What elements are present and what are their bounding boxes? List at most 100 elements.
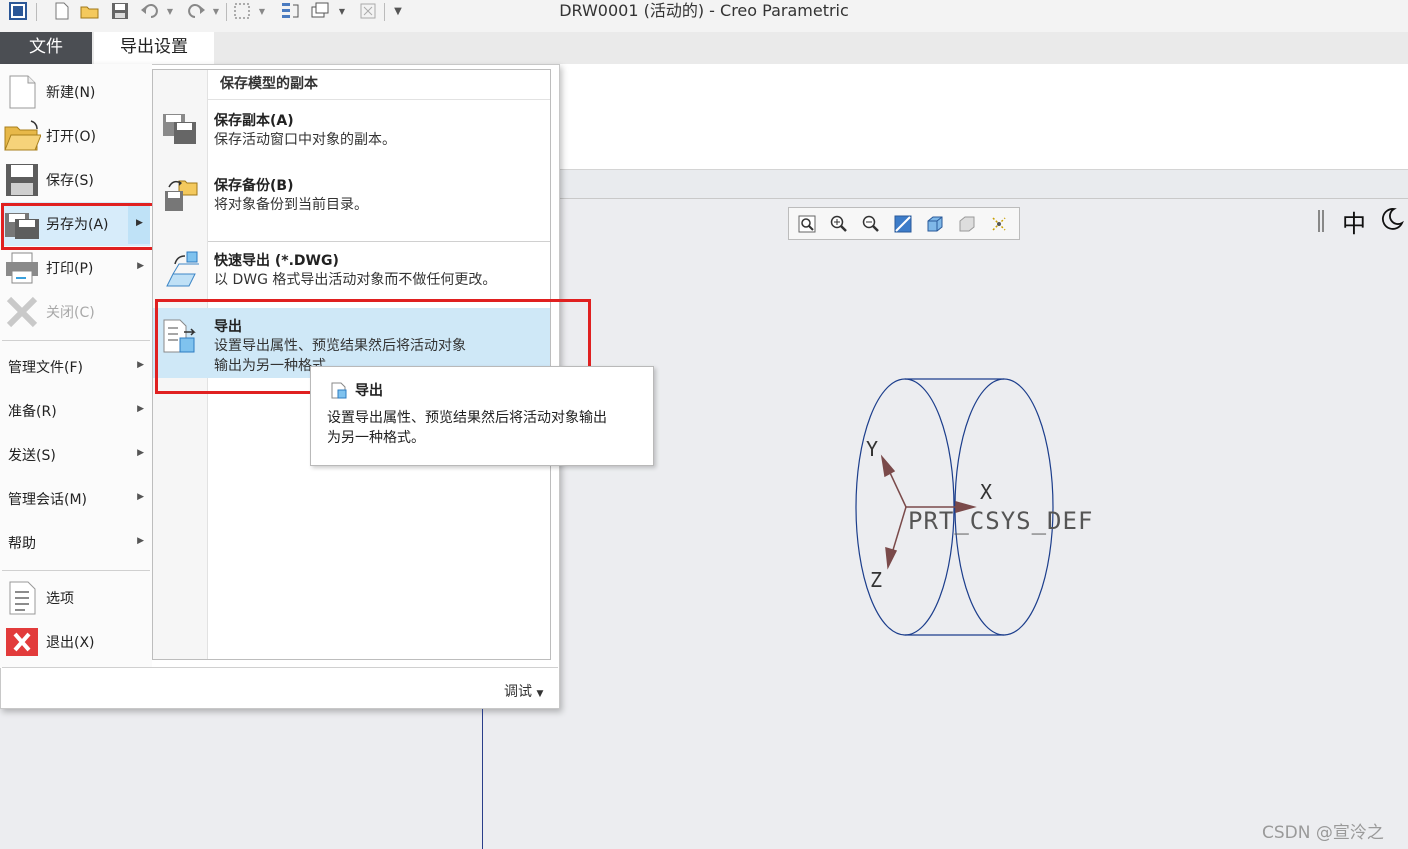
tooltip-desc-line1: 设置导出属性、预览结果然后将活动对象输出 xyxy=(327,410,607,426)
tooltip-desc-line2: 为另一种格式。 xyxy=(327,430,425,446)
menu-label-exit: 退出(X) xyxy=(46,635,95,651)
submenu-item-save-copy[interactable]: 保存副本(A) 保存活动窗口中对象的副本。 xyxy=(153,102,550,166)
tooltip-export-icon xyxy=(330,381,348,403)
menu-label-new: 新建(N) xyxy=(46,85,96,101)
grip-icon xyxy=(1318,210,1320,232)
quick-export-title: 快速导出 (*.DWG) xyxy=(214,253,339,269)
toolbar-separator xyxy=(36,3,37,21)
submenu-header: 保存模型的副本 xyxy=(208,70,550,100)
menu-item-prepare[interactable]: 准备(R) ▶ xyxy=(8,389,150,433)
saved-views-icon[interactable] xyxy=(953,211,981,237)
debug-button[interactable]: 调试 ▼ xyxy=(504,681,543,701)
quick-export-icon xyxy=(153,242,207,304)
menu-item-exit[interactable]: 退出(X) xyxy=(2,620,150,664)
redo-dropdown-icon[interactable]: ▼ xyxy=(210,1,222,21)
menu-label-print: 打印(P) xyxy=(46,261,94,277)
axis-z-label: Z xyxy=(870,568,883,592)
menu-label-open: 打开(O) xyxy=(46,129,96,145)
menu-item-print[interactable]: 打印(P) ▶ xyxy=(2,246,150,290)
tab-export-settings[interactable]: 导出设置 xyxy=(94,32,214,64)
zoom-out-icon[interactable] xyxy=(857,211,885,237)
submenu-arrow-icon: ▶ xyxy=(137,536,144,546)
select-dropdown-icon[interactable]: ▼ xyxy=(256,1,268,21)
regenerate-icon[interactable] xyxy=(280,1,300,21)
menu-item-help[interactable]: 帮助 ▶ xyxy=(8,521,150,565)
windows-icon[interactable] xyxy=(310,1,330,21)
view-controls: 中 xyxy=(1318,204,1404,239)
backup-title: 保存备份(B) xyxy=(214,178,294,194)
watermark: CSDN @宣泠之 xyxy=(1262,823,1384,843)
display-style-icon[interactable] xyxy=(921,211,949,237)
close-icon xyxy=(2,292,42,332)
open-folder-icon xyxy=(2,116,42,156)
debug-label: 调试 xyxy=(504,684,532,700)
submenu-arrow-icon: ▶ xyxy=(137,492,144,502)
exit-icon xyxy=(2,622,42,662)
undo-icon[interactable] xyxy=(140,1,160,21)
customize-toolbar-icon[interactable]: ▼ xyxy=(390,1,406,21)
menu-item-open[interactable]: 打开(O) xyxy=(2,114,150,158)
menu-label-send: 发送(S) xyxy=(8,448,56,464)
save-copy-desc: 保存活动窗口中对象的副本。 xyxy=(214,132,396,148)
tooltip-title: 导出 xyxy=(355,383,383,399)
menu-item-options[interactable]: 选项 xyxy=(2,576,150,620)
zoom-in-icon[interactable] xyxy=(825,211,853,237)
options-icon xyxy=(2,578,42,618)
submenu-item-quick-export[interactable]: 快速导出 (*.DWG) 以 DWG 格式导出活动对象而不做任何更改。 xyxy=(153,242,550,304)
refit-icon[interactable] xyxy=(793,211,821,237)
menu-label-save: 保存(S) xyxy=(46,173,94,189)
center-view-button[interactable]: 中 xyxy=(1342,204,1366,239)
redo-icon[interactable] xyxy=(186,1,206,21)
toolbar-separator xyxy=(384,3,385,21)
submenu-arrow-icon: ▶ xyxy=(137,360,144,370)
quick-export-desc: 以 DWG 格式导出活动对象而不做任何更改。 xyxy=(214,272,497,288)
menu-divider xyxy=(2,570,150,571)
windows-dropdown-icon[interactable]: ▼ xyxy=(336,1,348,21)
submenu-arrow-icon: ▶ xyxy=(137,448,144,458)
drawing-border-line xyxy=(482,709,483,849)
menu-label-manage-file: 管理文件(F) xyxy=(8,360,83,376)
print-icon xyxy=(2,248,42,288)
csys-label: PRT_CSYS_DEF xyxy=(908,507,1094,535)
toolbar-separator xyxy=(226,3,227,21)
undo-dropdown-icon[interactable]: ▼ xyxy=(164,1,176,21)
app-icon[interactable] xyxy=(8,1,28,21)
tab-file[interactable]: 文件 xyxy=(0,32,92,64)
menu-label-manage-session: 管理会话(M) xyxy=(8,492,88,508)
submenu-arrow-icon: ▶ xyxy=(137,404,144,414)
menu-item-new[interactable]: 新建(N) xyxy=(2,70,150,114)
new-file-icon xyxy=(2,72,42,112)
select-box-icon[interactable] xyxy=(232,1,252,21)
menu-divider xyxy=(2,340,150,341)
menu-label-prepare: 准备(R) xyxy=(8,404,57,420)
save-copy-title: 保存副本(A) xyxy=(214,113,294,129)
submenu-item-backup[interactable]: 保存备份(B) 将对象备份到当前目录。 xyxy=(153,167,550,239)
tooltip-description: 设置导出属性、预览结果然后将活动对象输出 为另一种格式。 xyxy=(327,408,637,448)
axis-y-arrow xyxy=(880,454,896,478)
axis-z-arrow xyxy=(885,546,898,570)
menu-label-options: 选项 xyxy=(46,591,74,607)
menu-divider xyxy=(2,667,558,668)
datum-display-icon[interactable] xyxy=(985,211,1013,237)
new-file-icon[interactable] xyxy=(52,1,72,21)
menu-label-close: 关闭(C) xyxy=(46,305,95,321)
menu-item-manage-file[interactable]: 管理文件(F) ▶ xyxy=(8,345,150,389)
menu-item-send[interactable]: 发送(S) ▶ xyxy=(8,433,150,477)
backup-desc: 将对象备份到当前目录。 xyxy=(214,197,368,213)
save-icon xyxy=(2,160,42,200)
repaint-icon[interactable] xyxy=(889,211,917,237)
axis-x-label: X xyxy=(980,480,993,504)
submenu-arrow-icon: ▶ xyxy=(137,261,144,271)
menu-label-help: 帮助 xyxy=(8,536,36,552)
save-copy-icon xyxy=(153,102,207,166)
grip-icon xyxy=(1322,210,1324,232)
close-window-icon[interactable] xyxy=(358,1,378,21)
graphics-toolbar xyxy=(788,207,1020,240)
menu-item-manage-session[interactable]: 管理会话(M) ▶ xyxy=(8,477,150,521)
save-icon[interactable] xyxy=(110,1,130,21)
menu-item-save[interactable]: 保存(S) xyxy=(2,158,150,202)
backup-icon xyxy=(153,167,207,239)
moon-icon[interactable] xyxy=(1380,207,1404,235)
open-folder-icon[interactable] xyxy=(80,1,100,21)
menu-item-close: 关闭(C) xyxy=(2,290,150,334)
